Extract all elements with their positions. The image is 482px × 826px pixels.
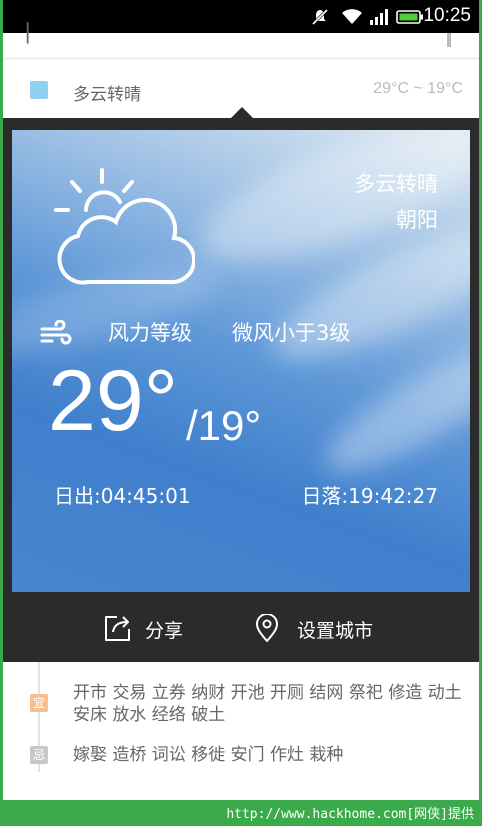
cloudy-sun-icon: [54, 168, 195, 285]
set-city-button[interactable]: 设置城市: [255, 614, 395, 644]
signal-icon: [370, 9, 388, 25]
share-button[interactable]: 分享: [103, 614, 193, 644]
low-temperature: /19°: [186, 402, 262, 449]
card-city: 朝阳: [396, 208, 438, 232]
wind-icon: [40, 320, 72, 345]
popup-actions: 分享 设置城市: [3, 592, 479, 662]
watermark-bar: http://www.hackhome.com[网侠]提供: [0, 800, 482, 826]
inauspicious-badge: 忌: [30, 746, 48, 764]
status-bar: 10:25: [3, 0, 479, 33]
share-label: 分享: [145, 620, 184, 642]
row-temp-range: 29°C ~ 19°C: [373, 80, 463, 97]
watermark-credit: http://www.hackhome.com[网侠]提供: [226, 807, 474, 822]
battery-icon: [396, 10, 423, 24]
clock: 10:25: [423, 5, 471, 26]
app-screen: 10:25 ▏ 多云转晴 29°C ~ 19°C 多云转晴 朝阳 风力等级 微风…: [3, 0, 479, 800]
share-icon: [105, 616, 130, 641]
popup-pointer: [231, 107, 253, 118]
almanac-section: 宜 开市 交易 立券 纳财 开池 开厕 结网 祭祀 修造 动土 安床 放水 经络…: [3, 662, 479, 800]
wind-level-value: 微风小于3级: [232, 321, 351, 345]
weather-popup: 多云转晴 朝阳 风力等级 微风小于3级 29° /19° 日出:04:45:01…: [3, 118, 479, 662]
scroll-indicator: [447, 33, 451, 47]
inauspicious-activities: 嫁娶 造桥 词讼 移徙 安门 作灶 栽种: [73, 745, 344, 765]
wifi-icon: [342, 9, 362, 24]
high-temperature: 29°: [48, 353, 179, 449]
auspicious-activities: 开市 交易 立券 纳财 开池 开厕 结网 祭祀 修造 动土 安床 放水 经络 破…: [73, 683, 462, 725]
card-condition: 多云转晴: [354, 172, 438, 196]
location-pin-icon: [255, 614, 279, 642]
set-city-label: 设置城市: [297, 620, 374, 642]
previous-day-row[interactable]: ▏: [3, 23, 479, 57]
previous-day-text: ▏: [27, 23, 41, 44]
row-condition: 多云转晴: [73, 85, 141, 105]
auspicious-badge: 宜: [30, 694, 48, 712]
mute-icon: [311, 8, 329, 26]
cloud-texture: [311, 329, 470, 491]
sunrise-time: 日出:04:45:01: [54, 484, 191, 508]
sunset-time: 日落:19:42:27: [301, 484, 438, 508]
weather-card: 多云转晴 朝阳 风力等级 微风小于3级 29° /19° 日出:04:45:01…: [12, 130, 470, 592]
wind-level-label: 风力等级: [108, 321, 192, 345]
sunny-icon: [30, 81, 48, 99]
